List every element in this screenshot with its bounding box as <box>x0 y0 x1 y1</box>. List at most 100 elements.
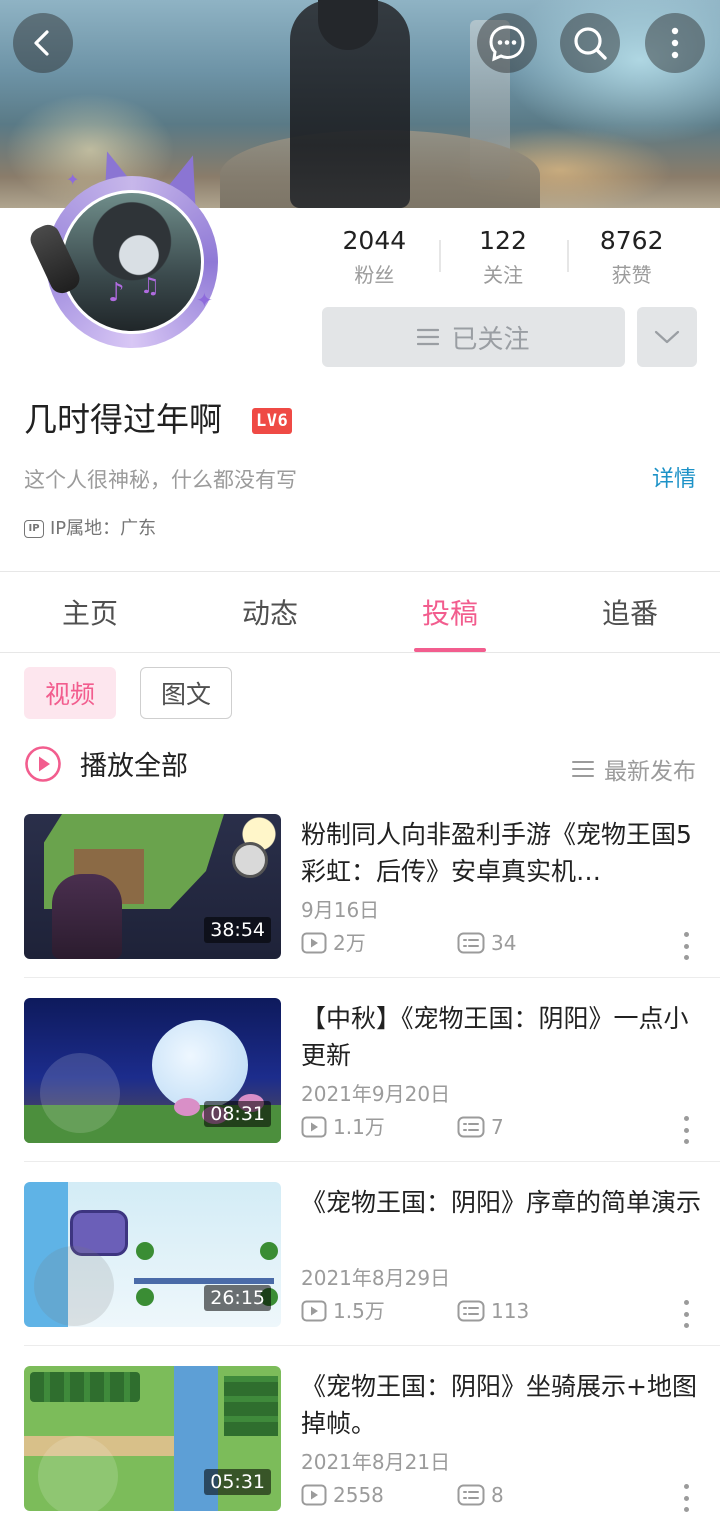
play-circle-icon <box>25 745 61 782</box>
video-title[interactable]: 粉制同人向非盈利手游《宠物王国5彩虹：后传》安卓真实机… <box>301 816 701 890</box>
comment-count: 113 <box>457 1296 529 1326</box>
play-count-value: 2万 <box>333 931 366 955</box>
video-date: 2021年8月21日 <box>301 1450 451 1474</box>
thumbnail-art <box>40 1053 120 1133</box>
username: 几时得过年啊 <box>24 400 222 439</box>
video-duration: 05:31 <box>204 1469 271 1495</box>
tab-dynamics[interactable]: 动态 <box>180 572 360 652</box>
play-count-value: 1.1万 <box>333 1115 385 1139</box>
stat-label: 粉丝 <box>354 263 395 287</box>
comment-count: 7 <box>457 1112 504 1142</box>
avatar[interactable]: ♪ ♫ ✦ ✦ <box>26 144 226 348</box>
video-duration: 26:15 <box>204 1285 271 1311</box>
danmaku-icon <box>457 1300 485 1322</box>
video-item[interactable]: 08:31 【中秋】《宠物王国：阴阳》一点小更新 2021年9月20日 1.1万… <box>0 977 720 1182</box>
video-more-icon[interactable] <box>682 932 690 960</box>
search-icon <box>574 27 607 60</box>
danmaku-icon <box>457 1116 485 1138</box>
chat-bubble-icon <box>489 25 525 62</box>
avatar-image <box>60 190 204 334</box>
stat-value: 2044 <box>342 226 407 255</box>
video-duration: 08:31 <box>204 1101 271 1127</box>
video-item[interactable]: 05:31 《宠物王国：阴阳》坐骑展示+地图掉帧。 2021年8月21日 255… <box>0 1345 720 1515</box>
sort-button[interactable]: 最新发布 <box>572 752 696 786</box>
profile-tabs: 主页 动态 投稿 追番 <box>0 572 720 652</box>
play-count: 1.5万 <box>301 1296 457 1326</box>
thumbnail-art <box>30 1372 140 1402</box>
thumbnail-art <box>38 1436 118 1511</box>
play-count-icon <box>301 932 327 954</box>
play-count-icon <box>301 1300 327 1322</box>
video-item[interactable]: 26:15 《宠物王国：阴阳》序章的简单演示 2021年8月29日 1.5万 1… <box>0 1161 720 1366</box>
video-stats: 1.5万 113 <box>301 1296 529 1326</box>
stat-likes[interactable]: 8762 获赞 <box>567 222 696 292</box>
stat-value: 122 <box>479 226 527 255</box>
danmaku-icon <box>457 1484 485 1506</box>
video-title[interactable]: 【中秋】《宠物王国：阴阳》一点小更新 <box>301 1000 701 1074</box>
video-more-icon[interactable] <box>682 1116 690 1144</box>
divider <box>0 652 720 653</box>
comment-count: 34 <box>457 928 516 958</box>
video-title[interactable]: 《宠物王国：阴阳》序章的简单演示 <box>301 1184 701 1221</box>
filter-article[interactable]: 图文 <box>140 667 232 719</box>
video-date: 9月16日 <box>301 898 380 922</box>
stat-label: 关注 <box>483 263 523 287</box>
video-item[interactable]: 38:54 粉制同人向非盈利手游《宠物王国5彩虹：后传》安卓真实机… 9月16日… <box>0 814 720 998</box>
video-more-icon[interactable] <box>682 1484 690 1512</box>
more-vertical-icon <box>671 27 679 59</box>
search-button[interactable] <box>560 13 620 73</box>
filter-video[interactable]: 视频 <box>24 667 116 719</box>
bio-text: 这个人很神秘，什么都没有写 <box>24 468 297 492</box>
play-all-button[interactable]: 播放全部 <box>24 744 188 783</box>
play-count-value: 2558 <box>333 1483 384 1507</box>
more-button[interactable] <box>645 13 705 73</box>
stat-value: 8762 <box>599 226 664 255</box>
video-title[interactable]: 《宠物王国：阴阳》坐骑展示+地图掉帧。 <box>301 1368 701 1442</box>
followed-button[interactable]: 已关注 <box>322 307 625 367</box>
video-date: 2021年9月20日 <box>301 1082 451 1106</box>
thumbnail-art <box>134 1278 274 1284</box>
play-count: 2万 <box>301 928 457 958</box>
stat-followers[interactable]: 2044 粉丝 <box>310 222 439 292</box>
video-date: 2021年8月29日 <box>301 1266 451 1290</box>
comment-count: 8 <box>457 1480 504 1510</box>
profile-stats: 2044 粉丝 122 关注 8762 获赞 <box>310 222 696 292</box>
comment-count-value: 7 <box>491 1115 504 1139</box>
video-more-icon[interactable] <box>682 1300 690 1328</box>
video-thumbnail[interactable]: 05:31 <box>24 1366 281 1511</box>
music-note-icon: ♪ <box>108 278 125 308</box>
video-list: 38:54 粉制同人向非盈利手游《宠物王国5彩虹：后传》安卓真实机… 9月16日… <box>0 814 720 1515</box>
details-link[interactable]: 详情 <box>652 464 696 496</box>
play-count: 1.1万 <box>301 1112 457 1142</box>
thumbnail-art <box>152 1020 248 1110</box>
video-stats: 2万 34 <box>301 928 516 958</box>
chevron-down-icon <box>654 330 680 344</box>
play-all-label: 播放全部 <box>80 751 188 782</box>
video-thumbnail[interactable]: 08:31 <box>24 998 281 1143</box>
video-thumbnail[interactable]: 26:15 <box>24 1182 281 1327</box>
tab-home[interactable]: 主页 <box>0 572 180 652</box>
sort-label: 最新发布 <box>604 759 696 785</box>
sort-lines-icon <box>572 761 594 777</box>
comment-count-value: 113 <box>491 1299 530 1323</box>
expand-button[interactable] <box>637 307 697 367</box>
sparkle-icon: ✦ <box>196 288 213 312</box>
thumbnail-art <box>52 874 122 959</box>
video-thumbnail[interactable]: 38:54 <box>24 814 281 959</box>
video-stats: 1.1万 7 <box>301 1112 504 1142</box>
thumbnail-art <box>34 1246 114 1326</box>
video-duration: 38:54 <box>204 917 271 943</box>
message-button[interactable] <box>477 13 537 73</box>
thumbnail-art <box>174 1098 200 1116</box>
video-stats: 2558 8 <box>301 1480 504 1510</box>
level-badge: LV6 <box>252 408 293 434</box>
thumbnail-art <box>232 842 268 878</box>
play-count-icon <box>301 1484 327 1506</box>
back-button[interactable] <box>13 13 73 73</box>
thumbnail-art <box>136 1242 154 1260</box>
ip-location: IP IP属地：广东 <box>24 515 156 543</box>
tab-uploads[interactable]: 投稿 <box>360 572 540 652</box>
stat-following[interactable]: 122 关注 <box>438 222 568 292</box>
tab-bangumi[interactable]: 追番 <box>540 572 720 652</box>
ip-location-text: IP属地：广东 <box>50 518 157 539</box>
